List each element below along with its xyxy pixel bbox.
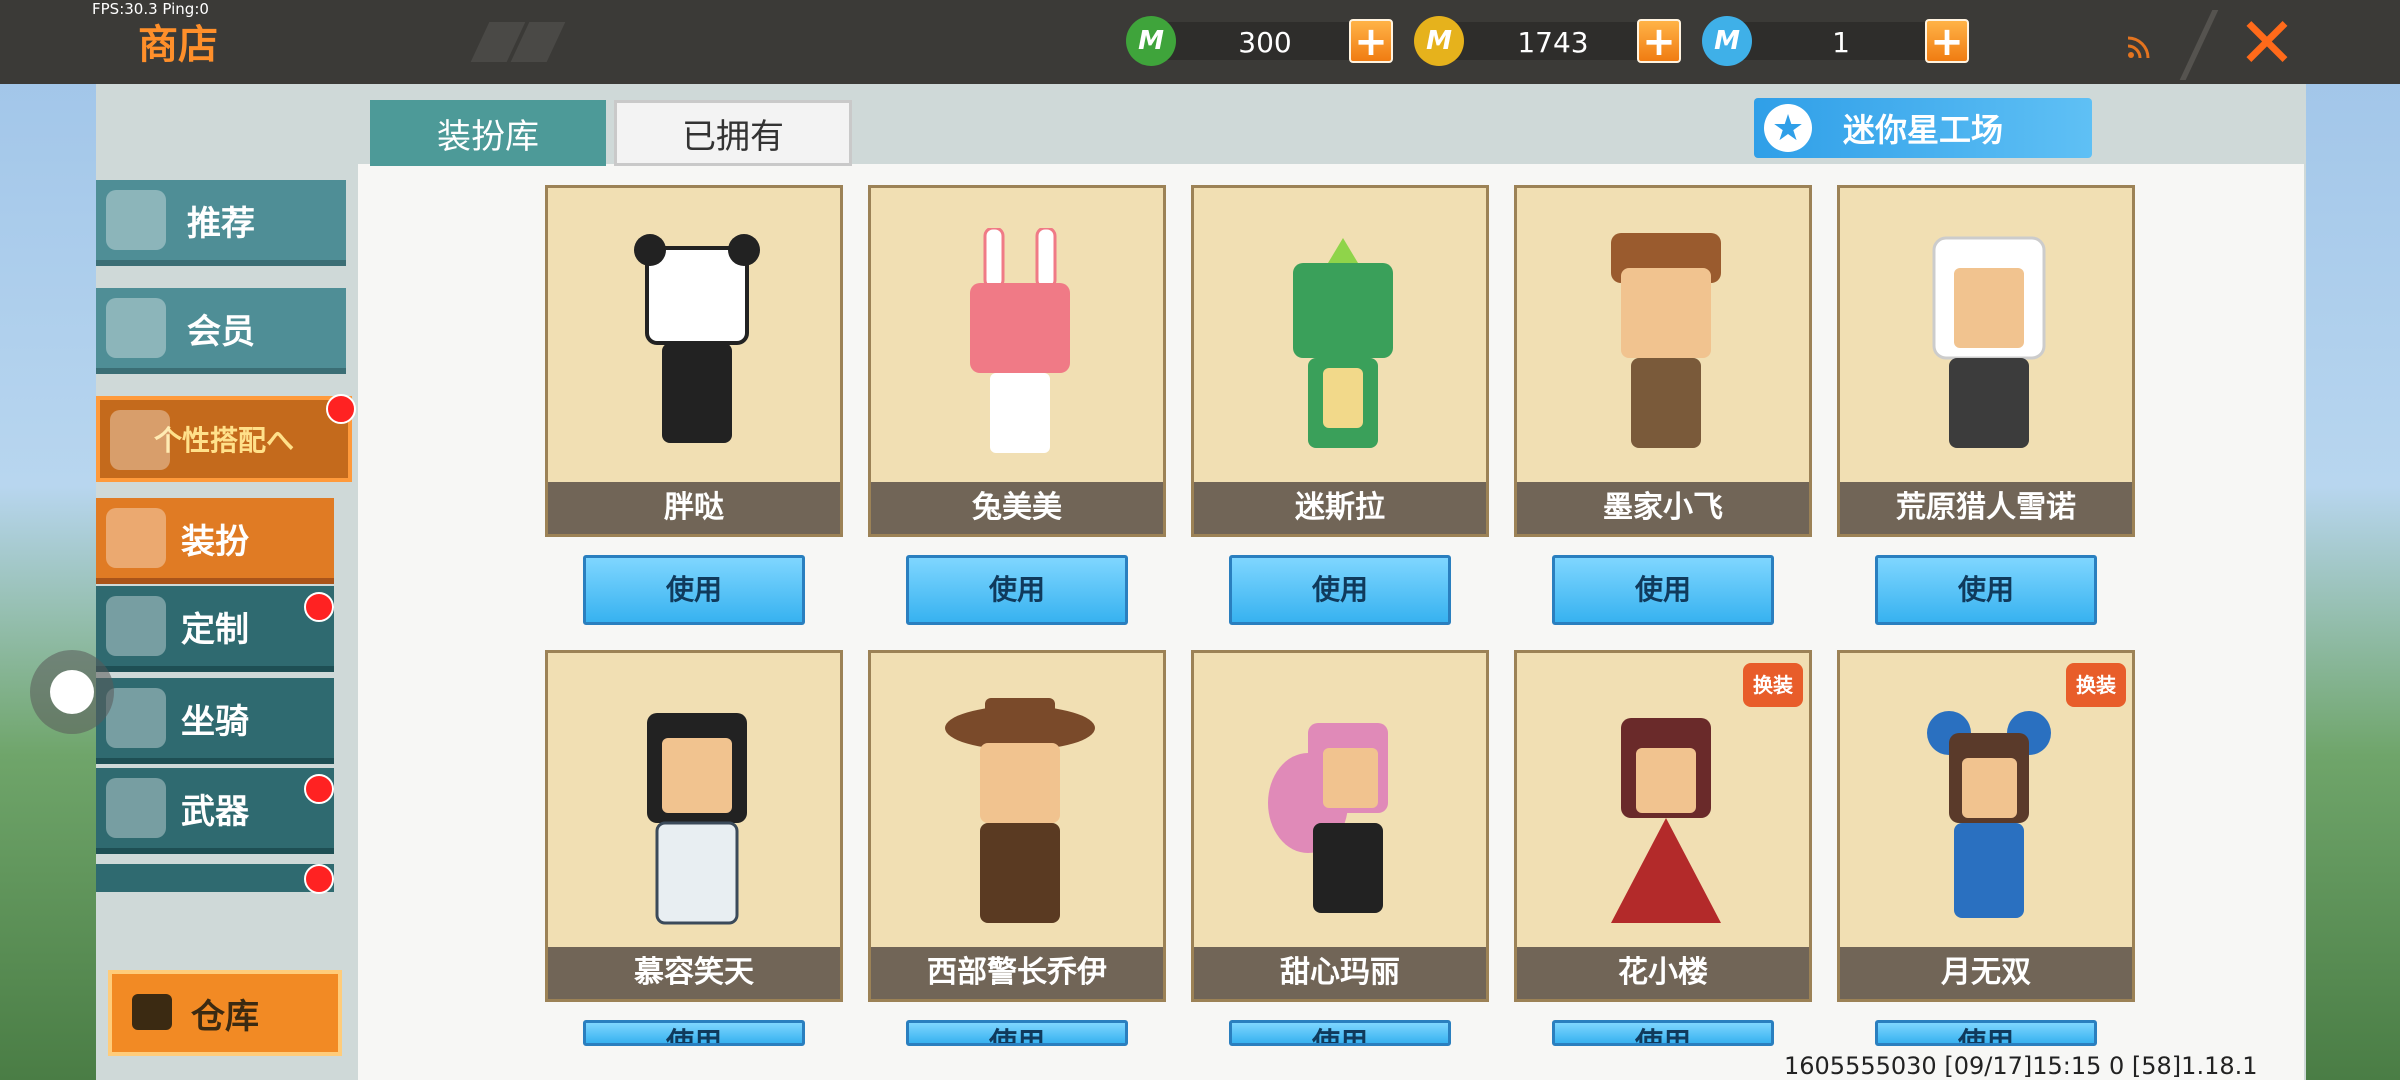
notification-dot [326,394,356,424]
gold-m-coin-icon: M [1414,16,1464,66]
character-figure [1932,236,2046,448]
use-button[interactable]: 使用 [583,1020,805,1046]
divider [2179,10,2219,80]
sidebar-item-label: 坐骑 [181,701,249,742]
sidebar-item-mount[interactable]: 坐骑 [96,678,334,764]
use-button[interactable]: 使用 [906,555,1128,625]
character-figure [1293,238,1393,448]
signal-icon [2127,36,2150,59]
outfit-name: 月无双 [1840,947,2132,999]
use-button[interactable]: 使用 [906,1020,1128,1046]
sidebar-item-custom[interactable]: 定制 [96,586,334,672]
add-currency-button[interactable]: + [1637,19,1681,63]
outfit-card[interactable]: 荒原猎人雪诺 [1837,185,2135,537]
outfit-card[interactable]: 墨家小飞 [1514,185,1812,537]
trophy-icon [110,410,170,470]
currency-value: 300 [1238,26,1292,59]
sidebar-item-outfit[interactable]: 装扮 [96,498,334,584]
use-button[interactable]: 使用 [1875,1020,2097,1046]
top-bar: FPS:30.3 Ping:0 商店 M 300 + M 1743 + M 1 … [0,0,2400,84]
outfit-name: 迷斯拉 [1194,482,1486,534]
use-button[interactable]: 使用 [1229,555,1451,625]
blue-m-coin-icon: M [1702,16,1752,66]
outfit-card[interactable]: 甜心玛丽 [1191,650,1489,1002]
outfit-card[interactable]: 西部警长乔伊 [868,650,1166,1002]
sidebar-item-recommend[interactable]: 推荐 [96,180,346,266]
outfit-name: 西部警长乔伊 [871,947,1163,999]
character-figure [634,234,760,443]
dress-up-badge: 换装 [2066,663,2126,707]
use-button[interactable]: 使用 [1552,555,1774,625]
floating-assist-button[interactable] [30,650,114,734]
close-icon[interactable]: ✕ [2232,8,2302,78]
sidebar-item-label: 装扮 [181,521,249,562]
star-icon: ★ [1764,104,1812,152]
outfit-card[interactable]: 换装 月无双 [1837,650,2135,1002]
outfit-name: 墨家小飞 [1517,482,1809,534]
page-title: 商店 [138,22,218,68]
character-figure [647,713,747,925]
warehouse-label: 仓库 [191,996,259,1037]
character-figure [945,698,1095,923]
use-button[interactable]: 使用 [1229,1020,1451,1046]
build-info: 1605555030 [09/17]15:15 0 [58]1.18.1 [1784,1052,2258,1080]
currency-value: 1743 [1517,26,1589,59]
outfit-name: 慕容笑天 [548,947,840,999]
chest-icon [132,994,172,1030]
outfit-name: 甜心玛丽 [1194,947,1486,999]
sidebar-item-personal-style[interactable]: 个性搭配へ [96,396,352,482]
sidebar-item-label: 个性搭配へ [153,424,294,457]
tab-owned[interactable]: 已拥有 [614,100,852,166]
character-figure [970,228,1070,453]
currency-value: 1 [1832,26,1850,59]
sidebar-item-more[interactable] [96,864,334,892]
outfit-name: 荒原猎人雪诺 [1840,482,2132,534]
character-figure [1268,723,1388,913]
member-icon [106,298,166,358]
outfit-card[interactable]: 胖哒 [545,185,843,537]
notification-dot [304,592,334,622]
outfit-name: 兔美美 [871,482,1163,534]
footprint-icon [106,688,166,748]
add-currency-button[interactable]: + [1349,19,1393,63]
sidebar-item-label: 推荐 [187,203,255,244]
outfit-card[interactable]: 换装 花小楼 [1514,650,1812,1002]
outfit-card[interactable]: 迷斯拉 [1191,185,1489,537]
use-button[interactable]: 使用 [583,555,805,625]
use-button[interactable]: 使用 [1552,1020,1774,1046]
tab-outfit-library[interactable]: 装扮库 [370,100,606,166]
mini-workshop-button[interactable]: ★ 迷你星工场 [1754,98,2092,158]
thumbs-up-icon [106,190,166,250]
gun-icon [106,778,166,838]
sidebar-item-label: 会员 [187,311,255,352]
add-currency-button[interactable]: + [1925,19,1969,63]
use-button[interactable]: 使用 [1875,555,2097,625]
outfit-card[interactable]: 慕容笑天 [545,650,843,1002]
character-figure [1927,711,2051,918]
warehouse-button[interactable]: 仓库 [108,970,342,1056]
outfit-name: 胖哒 [548,482,840,534]
sidebar-item-weapon[interactable]: 武器 [96,768,334,854]
workshop-label: 迷你星工场 [1842,111,2003,149]
green-m-coin-icon: M [1126,16,1176,66]
outfit-name: 花小楼 [1517,947,1809,999]
outfit-card[interactable]: 兔美美 [868,185,1166,537]
character-figure [1611,718,1721,923]
shirt-icon [106,508,166,568]
dress-up-badge: 换装 [1743,663,1803,707]
sidebar-item-label: 定制 [181,609,249,650]
sidebar-item-label: 武器 [181,791,249,832]
notification-dot [304,864,334,894]
notification-dot [304,774,334,804]
sidebar-item-member[interactable]: 会员 [96,288,346,374]
pencil-icon [106,596,166,656]
character-figure [1611,233,1721,448]
